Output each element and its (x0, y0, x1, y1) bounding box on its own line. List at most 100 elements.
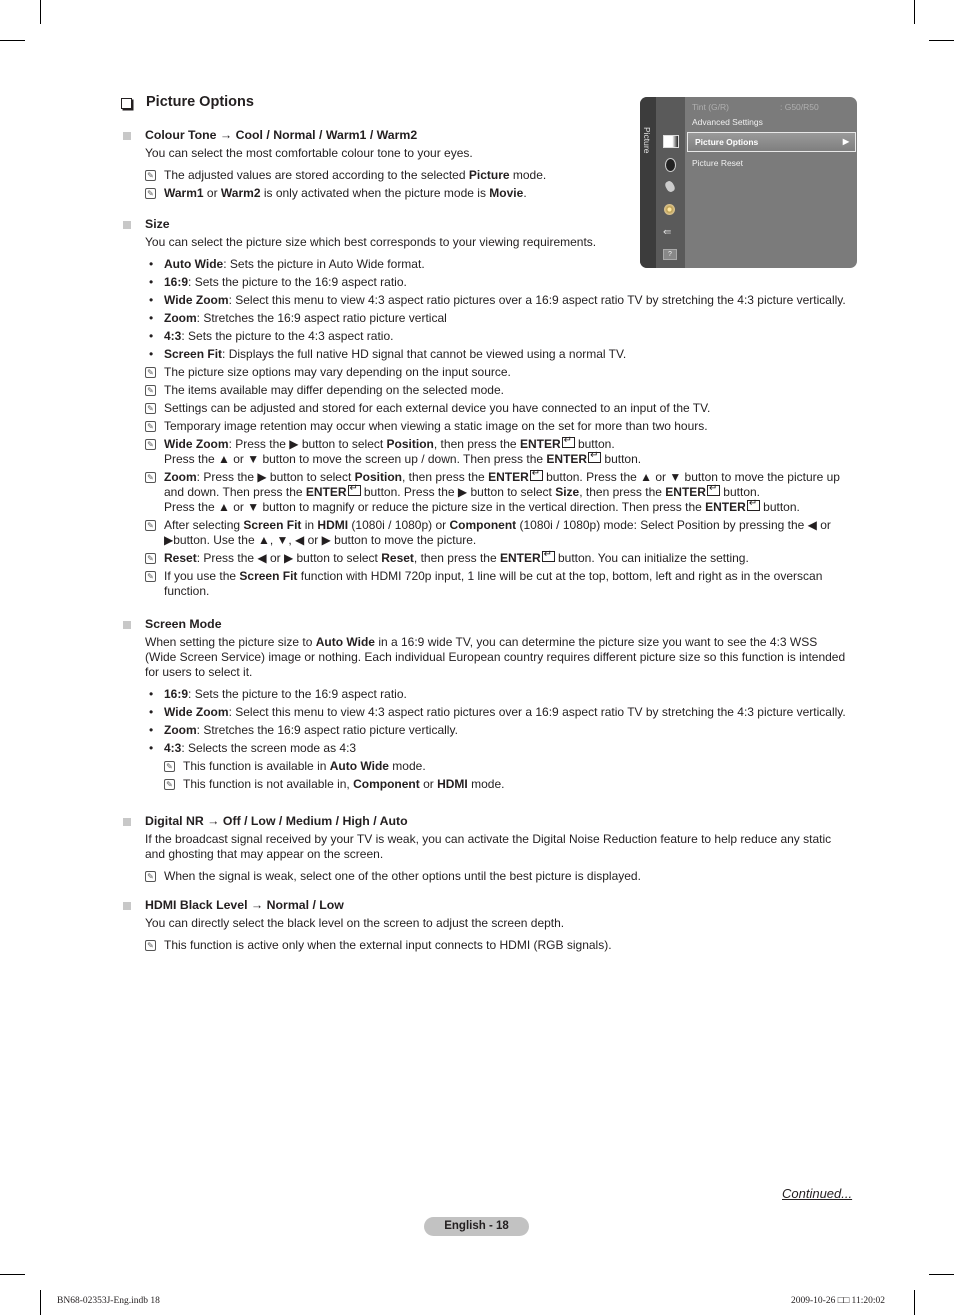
list-item: • 16:9: Sets the picture to the 16:9 aspe… (145, 687, 850, 702)
enter-icon (561, 433, 575, 448)
crop-mark (914, 0, 915, 24)
note-icon: ✎ (145, 553, 156, 564)
note-icon: ✎ (164, 779, 175, 790)
note: ✎ Zoom: Press the ▶ button to select Posi… (145, 466, 850, 515)
section-heading: Colour Tone → Cool / Normal / Warm1 / Wa… (145, 128, 418, 142)
bullet-icon: • (149, 275, 154, 289)
text: Temporary image retention may occur when… (164, 419, 708, 433)
square-bullet-icon (123, 132, 131, 140)
section: Colour Tone → Cool / Normal / Warm1 / Wa… (120, 128, 850, 201)
note-icon: ✎ (145, 403, 156, 414)
content: Colour Tone → Cool / Normal / Warm1 / Wa… (120, 128, 850, 962)
note-icon: ✎ (145, 520, 156, 531)
bullet-icon: • (149, 329, 154, 343)
note-icon: ✎ (164, 761, 175, 772)
text: When the signal is weak, select one of t… (164, 869, 641, 883)
crop-mark (40, 1290, 41, 1315)
note-icon: ✎ (145, 367, 156, 378)
enter-icon (588, 448, 602, 463)
crop-mark (929, 1274, 954, 1275)
section: Screen Mode When setting the picture size… (120, 617, 850, 792)
text: Zoom: Stretches the 16:9 aspect ratio pi… (164, 723, 458, 737)
list-item: • Auto Wide: Sets the picture in Auto Wid… (145, 257, 850, 272)
note: ✎ Reset: Press the ◀ or ▶ button to selec… (145, 547, 850, 566)
bullet-icon: • (149, 293, 154, 307)
square-bullet-icon (123, 818, 131, 826)
menu-item-label: Advanced Settings (692, 117, 763, 127)
list-item: • 4:3: Selects the screen mode as 4:3 (145, 741, 850, 756)
note: ✎ After selecting Screen Fit in HDMI (108… (145, 518, 850, 548)
page-title-text: Picture Options (146, 94, 254, 110)
section-description: You can select the most comfortable colo… (145, 146, 473, 160)
note-icon: ✎ (145, 571, 156, 582)
section: HDMI Black Level → Normal / Low You can d… (120, 898, 850, 953)
enter-icon (706, 481, 720, 496)
checkbox-square-icon (121, 97, 132, 109)
enter-icon (746, 496, 760, 511)
enter-icon (541, 547, 555, 562)
list-item: • Zoom: Stretches the 16:9 aspect ratio p… (145, 723, 850, 738)
text: The items available may differ depending… (164, 383, 504, 397)
crop-mark (0, 1274, 25, 1275)
list-item: • Wide Zoom: Select this menu to view 4:3… (145, 293, 850, 308)
crop-mark (0, 40, 25, 41)
note: ✎ This function is active only when the e… (145, 938, 850, 953)
note-icon: ✎ (145, 439, 156, 450)
note-icon: ✎ (145, 871, 156, 882)
note: ✎ The items available may differ dependin… (145, 383, 850, 398)
continued-label: Continued... (782, 1186, 853, 1201)
text: The picture size options may vary depend… (164, 365, 511, 379)
bullet-icon: • (149, 311, 154, 325)
section-description: You can directly select the black level … (145, 916, 565, 930)
text: Zoom: Stretches the 16:9 aspect ratio pi… (164, 311, 447, 325)
bullet-icon: • (149, 257, 154, 271)
text: 4:3: Sets the picture to the 4:3 aspect … (164, 329, 394, 343)
note: ✎ Warm1 or Warm2 is only activated when t… (145, 186, 850, 201)
text: Auto Wide: Sets the picture in Auto Wide… (164, 257, 425, 271)
note-icon: ✎ (145, 188, 156, 199)
text: Wide Zoom: Select this menu to view 4:3 … (164, 293, 846, 307)
note: ✎ This function is available in Auto Wide… (164, 759, 850, 774)
text: If you use the Screen Fit function with … (164, 569, 823, 598)
text: Wide Zoom: Press the ▶ button to select … (164, 433, 641, 466)
section-heading: HDMI Black Level → Normal / Low (145, 898, 344, 912)
text: Warm1 or Warm2 is only activated when th… (164, 186, 527, 200)
bullet-icon: • (149, 723, 154, 737)
note-icon: ✎ (145, 940, 156, 951)
section: Size You can select the picture size whic… (120, 217, 850, 599)
note: ✎ This function is not available in, Comp… (164, 777, 850, 792)
bullet-icon: • (149, 741, 154, 755)
note: ✎ Temporary image retention may occur whe… (145, 419, 850, 434)
note-icon: ✎ (145, 472, 156, 483)
list-item: • 16:9: Sets the picture to the 16:9 aspe… (145, 275, 850, 290)
text: Screen Fit: Displays the full native HD … (164, 347, 627, 361)
section-description: If the broadcast signal received by your… (145, 832, 832, 861)
section: Digital NR → Off / Low / Medium / High /… (120, 814, 850, 884)
text: This function is not available in, Compo… (183, 777, 505, 791)
section-heading: Digital NR → Off / Low / Medium / High /… (145, 814, 408, 828)
enter-icon (529, 466, 543, 481)
footer-file: BN68-02353J-Eng.indb 18 (57, 1296, 160, 1306)
note-icon: ✎ (145, 170, 156, 181)
text: The adjusted values are stored according… (164, 168, 547, 182)
note: ✎ Wide Zoom: Press the ▶ button to select… (145, 433, 850, 467)
crop-mark (40, 0, 41, 24)
bullet-icon: • (149, 347, 154, 361)
list-item: • Screen Fit: Displays the full native HD… (145, 347, 850, 362)
footer-timestamp: 2009-10-26 □□ 11:20:02 (791, 1296, 885, 1306)
section-description: You can select the picture size which be… (145, 235, 597, 249)
text: Reset: Press the ◀ or ▶ button to select… (164, 547, 749, 565)
square-bullet-icon (123, 902, 131, 910)
text: 4:3: Selects the screen mode as 4:3 (164, 741, 357, 755)
text: Settings can be adjusted and stored for … (164, 401, 711, 415)
square-bullet-icon (123, 621, 131, 629)
note: ✎ The picture size options may vary depen… (145, 365, 850, 380)
enter-icon (347, 481, 361, 496)
list-item: • Zoom: Stretches the 16:9 aspect ratio p… (145, 311, 850, 326)
page-number: English - 18 (424, 1217, 529, 1236)
bullet-icon: • (149, 705, 154, 719)
text: Wide Zoom: Select this menu to view 4:3 … (164, 705, 846, 719)
text: 16:9: Sets the picture to the 16:9 aspec… (164, 687, 407, 701)
note: ✎ The adjusted values are stored accordin… (145, 168, 850, 183)
section-description: When setting the picture size to Auto Wi… (145, 635, 846, 679)
